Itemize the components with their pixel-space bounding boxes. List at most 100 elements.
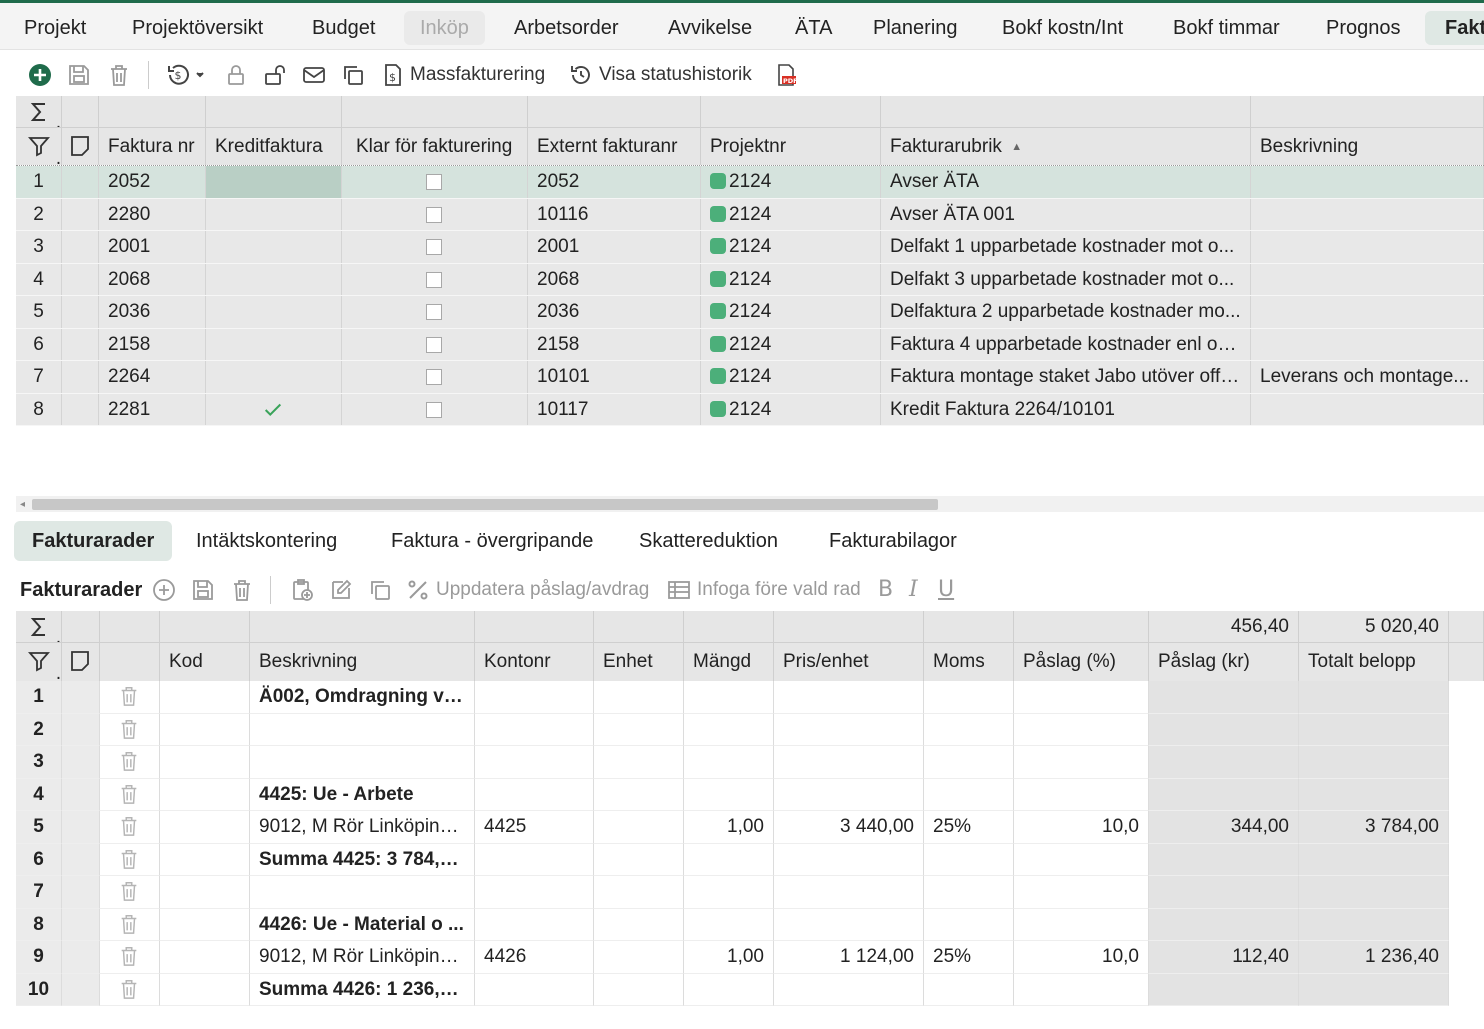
col-moms[interactable]: Moms: [924, 643, 1014, 681]
invoice-row[interactable]: 3 2001 2001 2124 Delfakt 1 upparbetade kostn…: [16, 231, 1484, 264]
kontonr-cell[interactable]: [475, 681, 594, 714]
tab-projektoversikt[interactable]: Projektöversikt: [128, 11, 267, 45]
totalt-cell[interactable]: [1299, 908, 1449, 941]
pris-cell[interactable]: [774, 843, 924, 876]
status-history-button[interactable]: Visa statushistorik: [599, 63, 752, 87]
invoice-row[interactable]: 6 2158 2158 2124 Faktura 4 upparbetade kostn…: [16, 328, 1484, 361]
beskrivning-cell[interactable]: Summa 4425: 3 784,0...: [250, 843, 475, 876]
percent-icon[interactable]: [406, 578, 430, 602]
copy-icon[interactable]: [341, 63, 365, 87]
row-selector[interactable]: [62, 713, 100, 746]
externt-fakturanr-cell[interactable]: 2158: [528, 328, 701, 361]
row-trash-icon[interactable]: [118, 718, 140, 740]
row-trash-icon[interactable]: [118, 945, 140, 967]
add-icon[interactable]: [28, 63, 52, 87]
row-delete[interactable]: [100, 876, 160, 909]
externt-fakturanr-cell[interactable]: 2052: [528, 166, 701, 199]
moms-cell[interactable]: 25%: [924, 811, 1014, 844]
pris-cell[interactable]: [774, 713, 924, 746]
invoice-line-row[interactable]: 9 9012, M Rör Linköping ... 4426 1,00 1 124,…: [16, 941, 1484, 974]
col-externt-fakturanr[interactable]: Externt fakturanr: [528, 128, 701, 165]
kod-cell[interactable]: [160, 908, 250, 941]
scrollbar-thumb[interactable]: [32, 499, 938, 510]
paslag-kr-cell[interactable]: [1149, 843, 1299, 876]
totalt-cell[interactable]: 3 784,00: [1299, 811, 1449, 844]
row-delete[interactable]: [100, 713, 160, 746]
row-trash-icon[interactable]: [118, 750, 140, 772]
enhet-cell[interactable]: [594, 908, 684, 941]
subtab-skattereduktion[interactable]: Skattereduktion: [639, 521, 778, 561]
klar-checkbox[interactable]: [426, 336, 442, 353]
row-selector[interactable]: [62, 876, 100, 909]
subtab-faktura-overgripande[interactable]: Faktura - övergripande: [391, 521, 593, 561]
filter-icon[interactable]: [16, 643, 62, 681]
invoice-row[interactable]: 1 2052 2052 2124 Avser ÄTA: [16, 166, 1484, 199]
paslag-kr-cell[interactable]: [1149, 778, 1299, 811]
kod-cell[interactable]: [160, 941, 250, 974]
italic-button[interactable]: I: [909, 578, 918, 602]
row-delete[interactable]: [100, 941, 160, 974]
klar-checkbox[interactable]: [426, 304, 442, 320]
externt-fakturanr-cell[interactable]: 2068: [528, 263, 701, 296]
klar-for-fakturering-cell[interactable]: [342, 166, 528, 199]
totalt-cell[interactable]: [1299, 876, 1449, 909]
col-kreditfaktura[interactable]: Kreditfaktura: [206, 128, 342, 165]
col-klar-for-fakturering[interactable]: Klar för fakturering: [342, 128, 528, 165]
invoice-line-row[interactable]: 6 Summa 4425: 3 784,0...: [16, 843, 1484, 876]
row-trash-icon[interactable]: [118, 685, 140, 707]
invoice-line-row[interactable]: 3: [16, 746, 1484, 779]
klar-checkbox[interactable]: [426, 174, 442, 190]
fakturarubrik-cell[interactable]: Delfaktura 2 upparbetade kostnader mo...: [881, 296, 1251, 329]
col-kontonr[interactable]: Kontonr: [475, 643, 594, 681]
lock-icon[interactable]: [224, 63, 248, 87]
update-markup-button[interactable]: Uppdatera påslag/avdrag: [436, 578, 649, 602]
kontonr-cell[interactable]: [475, 713, 594, 746]
col-beskrivning[interactable]: Beskrivning: [250, 643, 475, 681]
col-pris[interactable]: Pris/enhet: [774, 643, 924, 681]
totalt-cell[interactable]: [1299, 778, 1449, 811]
beskrivning-cell[interactable]: 4425: Ue - Arbete: [250, 778, 475, 811]
moms-cell[interactable]: [924, 908, 1014, 941]
kreditfaktura-cell[interactable]: [206, 166, 342, 199]
faktura-nr-cell[interactable]: 2281: [99, 393, 206, 426]
klar-for-fakturering-cell[interactable]: [342, 361, 528, 394]
row-selector[interactable]: [62, 198, 99, 231]
tab-ata[interactable]: ÄTA: [791, 11, 836, 45]
history-dropdown-icon[interactable]: $: [166, 63, 206, 87]
unlock-icon[interactable]: [263, 63, 287, 87]
paslag-pct-cell[interactable]: [1014, 876, 1149, 909]
insert-before-row-button[interactable]: Infoga före vald rad: [697, 578, 861, 602]
beskrivning-cell[interactable]: [1251, 296, 1484, 329]
klar-for-fakturering-cell[interactable]: [342, 198, 528, 231]
fakturarubrik-cell[interactable]: Delfakt 3 upparbetade kostnader mot o...: [881, 263, 1251, 296]
paslag-pct-cell[interactable]: [1014, 973, 1149, 1006]
moms-cell[interactable]: [924, 973, 1014, 1006]
invoice-line-row[interactable]: 4 4425: Ue - Arbete: [16, 778, 1484, 811]
row-delete[interactable]: [100, 843, 160, 876]
klar-checkbox[interactable]: [426, 271, 442, 288]
paslag-kr-cell[interactable]: [1149, 876, 1299, 909]
faktura-nr-cell[interactable]: 2036: [99, 296, 206, 329]
col-totalt[interactable]: Totalt belopp: [1299, 643, 1449, 681]
fakturarubrik-cell[interactable]: Faktura montage staket Jabo utöver offe.…: [881, 361, 1251, 394]
beskrivning-cell[interactable]: [1251, 393, 1484, 426]
paslag-pct-cell[interactable]: [1014, 778, 1149, 811]
fakturarubrik-cell[interactable]: Faktura 4 upparbetade kostnader enl off.…: [881, 328, 1251, 361]
tab-budget[interactable]: Budget: [308, 11, 379, 45]
invoice-line-row[interactable]: 1 Ä002, Omdragning vär...: [16, 681, 1484, 714]
pdf-icon[interactable]: PDF: [774, 63, 798, 87]
paslag-pct-cell[interactable]: [1014, 908, 1149, 941]
mass-invoicing-button[interactable]: Massfakturering: [410, 63, 545, 87]
faktura-nr-cell[interactable]: 2264: [99, 361, 206, 394]
tab-bokf-timmar[interactable]: Bokf timmar: [1169, 11, 1284, 45]
kreditfaktura-cell[interactable]: [206, 296, 342, 329]
beskrivning-cell[interactable]: [250, 876, 475, 909]
trash-icon[interactable]: [107, 63, 131, 87]
kreditfaktura-cell[interactable]: [206, 361, 342, 394]
paslag-kr-cell[interactable]: [1149, 713, 1299, 746]
row-selector[interactable]: [62, 941, 100, 974]
kontonr-cell[interactable]: [475, 973, 594, 1006]
kontonr-cell[interactable]: [475, 908, 594, 941]
paslag-kr-cell[interactable]: [1149, 746, 1299, 779]
horizontal-scrollbar[interactable]: ◂: [16, 496, 1484, 512]
